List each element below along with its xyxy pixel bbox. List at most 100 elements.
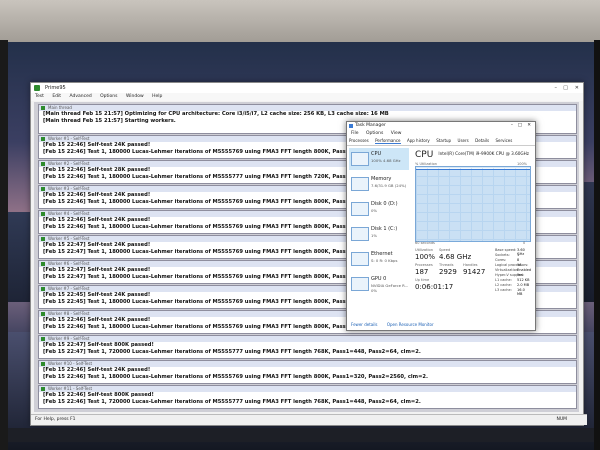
worker-titlebar[interactable]: Worker #10 - Self-Test — [39, 361, 576, 367]
child-title: Worker #8 - Self-Test — [48, 311, 90, 316]
sidebar-item-value: 7.6/31.9 GB (24%) — [371, 183, 407, 188]
prime95-child-icon — [41, 287, 45, 291]
menu-options[interactable]: Options — [366, 131, 383, 136]
worker-titlebar[interactable]: Worker #9 - Self-Test — [39, 336, 576, 342]
menu-advanced[interactable]: Advanced — [69, 94, 91, 99]
uptime-value: 0:06:01:17 — [415, 283, 454, 291]
child-title: Worker #3 - Self-Test — [48, 186, 90, 191]
tab-performance[interactable]: Performance — [375, 138, 401, 144]
child-title: Main thread — [48, 105, 72, 110]
disk-graph-thumbnail — [351, 227, 369, 241]
spec-value: 1 — [517, 253, 520, 257]
monitor-bezel-left — [0, 40, 8, 450]
task-manager-titlebar[interactable]: Task Manager – □ ✕ — [347, 122, 535, 130]
sidebar-item-label: Ethernet — [371, 251, 393, 257]
spec-row: Sockets: 1 — [495, 253, 531, 257]
spec-row: L3 cache: 16.0 MB — [495, 288, 531, 296]
spec-row: L1 cache: 512 KB — [495, 278, 531, 282]
prime95-child-icon — [41, 212, 45, 216]
sidebar-item-disk-0[interactable]: Disk 0 (D:) 0% — [349, 198, 409, 220]
prime95-titlebar[interactable]: Prime95 – □ ✕ — [31, 83, 583, 93]
tab-app-history[interactable]: App history — [407, 138, 430, 143]
cpu-utilization-fill — [416, 169, 530, 242]
child-title: Worker #11 - Self-Test — [48, 386, 93, 391]
spec-row: L2 cache: 2.0 MB — [495, 283, 531, 287]
task-manager-tabs: Processes Performance App history Startu… — [347, 137, 535, 146]
spec-row: Logical processors: 16 — [495, 263, 531, 267]
task-manager-icon — [349, 124, 353, 128]
menu-test[interactable]: Test — [35, 94, 44, 99]
window-title: Prime95 — [45, 85, 66, 91]
spec-value: 8 — [517, 258, 520, 262]
speed-label: Speed — [439, 248, 451, 252]
cpu-utilization-graph — [415, 166, 531, 242]
worker-window[interactable]: Worker #11 - Self-Test [Feb 15 22:46] Se… — [38, 385, 577, 409]
graph-min-label: 0 — [523, 241, 526, 245]
worker-window[interactable]: Worker #9 - Self-Test [Feb 15 22:47] Sel… — [38, 335, 577, 359]
spec-value: 16.0 MB — [517, 288, 525, 296]
menu-edit[interactable]: Edit — [52, 94, 61, 99]
menu-view[interactable]: View — [391, 131, 402, 136]
sidebar-item-label: Memory — [371, 176, 392, 182]
spec-value: Yes — [517, 273, 523, 277]
maximize-icon[interactable]: □ — [563, 83, 568, 93]
child-title: Worker #6 - Self-Test — [48, 261, 90, 266]
spec-label: Logical processors: — [495, 263, 529, 267]
close-icon[interactable]: ✕ — [527, 122, 531, 130]
spec-label: L3 cache: — [495, 288, 512, 292]
cpu-heading: CPU — [415, 150, 434, 160]
log-line: [Feb 15 22:46] Test 1, 720000 Lucas-Lehm… — [43, 399, 421, 405]
prime95-child-icon — [41, 337, 45, 341]
tab-details[interactable]: Details — [475, 138, 489, 143]
spec-row: Hyper-V support: Yes — [495, 273, 531, 277]
graph-time-label: 60 seconds — [415, 241, 435, 245]
cpu-model: Intel(R) Core(TM) i9-9900K CPU @ 3.60GHz — [438, 151, 529, 156]
windows-taskbar — [8, 428, 594, 442]
sidebar-item-value: 100% 4.68 GHz — [371, 158, 401, 163]
spec-value: Enabled — [517, 268, 532, 272]
handles-value: 91427 — [463, 268, 486, 276]
minimize-icon[interactable]: – — [555, 83, 558, 93]
tab-services[interactable]: Services — [495, 138, 512, 143]
child-title: Worker #7 - Self-Test — [48, 286, 90, 291]
menu-window[interactable]: Window — [126, 94, 144, 99]
spec-label: Cores: — [495, 258, 507, 262]
prime95-child-icon — [41, 362, 45, 366]
sidebar-item-cpu[interactable]: CPU 100% 4.68 GHz — [349, 148, 409, 170]
sidebar-item-memory[interactable]: Memory 7.6/31.9 GB (24%) — [349, 173, 409, 195]
monitor-bezel-right — [594, 40, 600, 450]
sidebar-item-disk-1[interactable]: Disk 1 (C:) 1% — [349, 223, 409, 245]
close-icon[interactable]: ✕ — [575, 83, 579, 93]
cpu-graph-thumbnail — [351, 152, 369, 166]
main-thread-titlebar[interactable]: Main thread — [39, 105, 576, 111]
minimize-icon[interactable]: – — [511, 122, 513, 130]
status-help-text: For Help, press F1 — [35, 417, 76, 422]
menu-help[interactable]: Help — [152, 94, 162, 99]
spec-label: L1 cache: — [495, 278, 512, 282]
prime95-app-icon — [34, 85, 40, 91]
prime95-child-icon — [41, 237, 45, 241]
sidebar-item-ethernet[interactable]: Ethernet S: 0 R: 0 Kbps — [349, 248, 409, 270]
tab-processes[interactable]: Processes — [349, 138, 369, 143]
prime95-child-icon — [41, 106, 45, 110]
worker-titlebar[interactable]: Worker #11 - Self-Test — [39, 386, 576, 392]
tab-users[interactable]: Users — [458, 138, 469, 143]
maximize-icon[interactable]: □ — [518, 122, 522, 130]
window-title: Task Manager — [355, 123, 386, 128]
menu-file[interactable]: File — [351, 131, 359, 136]
task-manager-window[interactable]: Task Manager – □ ✕ File Options View Pro… — [346, 121, 536, 331]
open-resource-monitor-link[interactable]: Open Resource Monitor — [387, 322, 434, 327]
tab-startup[interactable]: Startup — [436, 138, 451, 143]
sidebar-item-label: GPU 0 — [371, 276, 387, 282]
spec-value: 16 — [517, 263, 522, 267]
fewer-details-link[interactable]: Fewer details — [351, 322, 378, 327]
prime95-menubar: Test Edit Advanced Options Window Help — [31, 93, 583, 101]
menu-options[interactable]: Options — [100, 94, 117, 99]
child-title: Worker #10 - Self-Test — [48, 361, 93, 366]
system-tray — [503, 432, 552, 438]
log-line: [Main thread Feb 15 21:57] Optimizing fo… — [43, 111, 389, 117]
status-num-indicator: NUM — [556, 417, 567, 422]
prime95-child-icon — [41, 162, 45, 166]
sidebar-item-gpu[interactable]: GPU 0 NVIDIA GeForce R... 0% — [349, 273, 409, 295]
worker-window[interactable]: Worker #10 - Self-Test [Feb 15 22:46] Se… — [38, 360, 577, 384]
